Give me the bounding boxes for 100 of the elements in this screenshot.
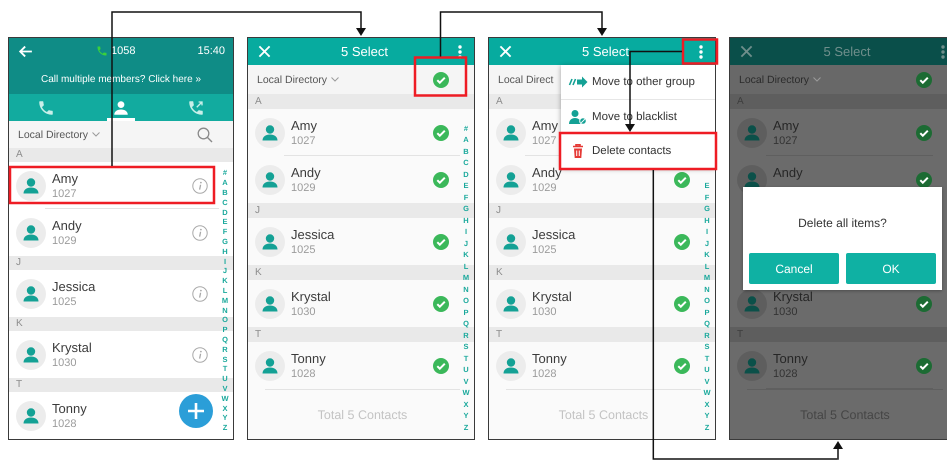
contact-name: Andy — [52, 218, 82, 234]
contact-name: Krystal — [291, 289, 331, 305]
check-icon[interactable] — [916, 296, 932, 312]
check-icon[interactable] — [674, 172, 690, 188]
contact-number: 1028 — [52, 417, 76, 431]
menu-item[interactable]: Delete contacts — [561, 134, 715, 168]
contact-name: Tonny — [52, 401, 87, 417]
contact-name: Tonny — [532, 351, 567, 367]
contact-name: Amy — [291, 118, 317, 134]
chevron-down-icon — [92, 132, 100, 137]
check-icon[interactable] — [433, 72, 449, 88]
directory-dropdown[interactable]: Local Directory — [257, 74, 340, 86]
directory-dropdown[interactable]: Local Directory — [18, 128, 100, 140]
dialog-button[interactable]: OK — [846, 253, 936, 284]
check-icon[interactable] — [433, 124, 449, 140]
contact-number: 1030 — [532, 305, 556, 319]
directory-dropdown[interactable]: Local Direct — [498, 74, 554, 86]
person-block-icon — [568, 109, 588, 125]
section-header: A — [9, 148, 233, 162]
contact-name: Jessica — [291, 227, 334, 243]
contact-name: Krystal — [532, 289, 572, 305]
check-icon[interactable] — [916, 124, 932, 140]
contact-name: Amy — [52, 171, 78, 187]
screen-title: 5 Select — [581, 44, 630, 59]
contact-number: 1027 — [291, 134, 316, 148]
avatar-icon — [16, 218, 46, 248]
contact-number: 1028 — [773, 367, 798, 381]
avatar-icon — [255, 288, 285, 318]
contact-number: 1029 — [52, 234, 76, 248]
dialog-message: Delete all items? — [798, 215, 887, 230]
contact-name: Amy — [773, 118, 799, 134]
info-icon[interactable] — [192, 346, 208, 362]
more-icon[interactable] — [458, 44, 462, 58]
contact-name: Jessica — [52, 279, 96, 295]
more-icon[interactable] — [699, 44, 703, 58]
contact-number: 1028 — [291, 367, 316, 381]
avatar-icon — [16, 400, 46, 430]
section-header: A — [248, 94, 474, 109]
connector-arrow — [833, 441, 843, 460]
contact-number: 1025 — [532, 243, 556, 257]
avatar-icon — [16, 278, 46, 308]
phone-icon — [37, 98, 56, 116]
avatar-icon — [16, 170, 46, 200]
arrow-icon — [568, 74, 588, 90]
contact-number: 1027 — [532, 134, 556, 148]
avatar-icon — [16, 340, 46, 370]
avatar-icon — [255, 118, 285, 148]
avatar-icon — [496, 288, 526, 318]
more-icon[interactable] — [941, 44, 945, 58]
check-icon[interactable] — [674, 296, 690, 312]
contact-number: 1028 — [532, 367, 556, 381]
avatar-icon — [255, 226, 285, 256]
contact-name: Andy — [291, 165, 321, 181]
extension-number: 1058 — [111, 45, 136, 57]
check-icon[interactable] — [916, 172, 932, 188]
contact-number: 1025 — [52, 295, 76, 309]
contact-number: 1025 — [291, 243, 316, 257]
info-icon[interactable] — [192, 178, 208, 194]
info-icon[interactable] — [192, 286, 208, 302]
check-icon[interactable] — [433, 296, 449, 312]
check-icon[interactable] — [916, 72, 932, 88]
chevron-down-icon — [331, 77, 340, 82]
avatar-icon — [496, 164, 526, 194]
avatar-icon — [737, 118, 767, 148]
avatar-icon — [255, 350, 285, 380]
close-icon[interactable] — [740, 45, 753, 58]
avatar-icon — [737, 350, 767, 380]
contact-name: Tonny — [291, 351, 326, 367]
chevron-down-icon — [813, 77, 822, 82]
avatar-icon — [737, 288, 767, 318]
phone-transfer-icon — [186, 98, 205, 116]
contact-name: Andy — [532, 165, 562, 181]
search-icon[interactable] — [197, 126, 213, 142]
contact-number: 1030 — [52, 356, 76, 370]
plus-icon — [187, 402, 205, 420]
contact-number: 1030 — [773, 305, 798, 319]
person-icon — [112, 98, 130, 116]
contact-name: Amy — [532, 118, 558, 134]
check-icon[interactable] — [433, 358, 449, 374]
avatar-icon — [255, 164, 285, 194]
check-icon[interactable] — [916, 358, 932, 374]
clock-time: 15:40 — [197, 45, 226, 57]
dialog-button[interactable]: Cancel — [749, 253, 839, 284]
directory-dropdown[interactable]: Local Directory — [739, 74, 822, 86]
contact-name: Tonny — [773, 351, 808, 367]
avatar-icon — [496, 226, 526, 256]
check-icon[interactable] — [433, 172, 449, 188]
contact-name: Krystal — [773, 289, 813, 305]
info-icon[interactable] — [192, 224, 208, 240]
contact-name: Krystal — [52, 340, 92, 356]
check-icon[interactable] — [674, 234, 690, 250]
contact-name: Andy — [773, 165, 803, 181]
check-icon[interactable] — [433, 234, 449, 250]
contact-number: 1029 — [291, 181, 316, 195]
contact-number: 1029 — [532, 181, 556, 195]
check-icon[interactable] — [674, 358, 690, 374]
call-members-link[interactable]: Call multiple members? Click here » — [40, 74, 202, 84]
phone-icon — [96, 45, 108, 57]
screen-title: 5 Select — [822, 44, 872, 59]
contact-number: 1030 — [291, 305, 316, 319]
